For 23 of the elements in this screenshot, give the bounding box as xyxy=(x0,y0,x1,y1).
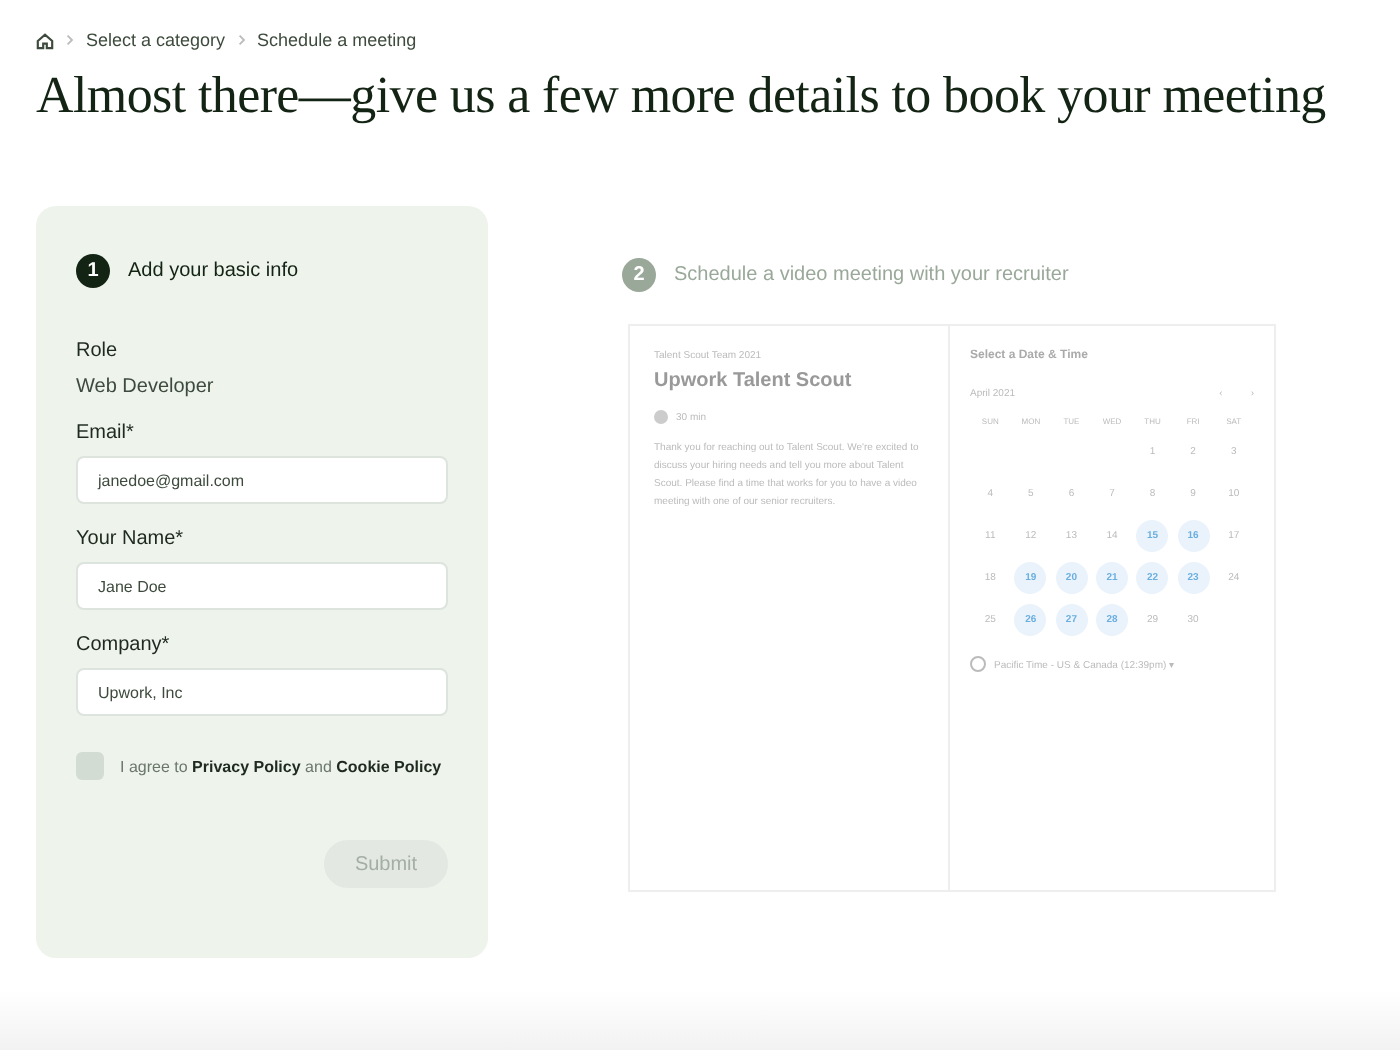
chevron-icon xyxy=(66,34,74,46)
field-label: Your Name* xyxy=(76,528,186,550)
input-field[interactable]: Upwork, Inc xyxy=(76,668,448,716)
input-field[interactable]: janedoe@gmail.com xyxy=(76,456,448,504)
breadcrumb-link[interactable]: Schedule a meeting xyxy=(257,30,417,50)
breadcrumb-link[interactable]: Select a category xyxy=(86,30,226,50)
field-label: Role xyxy=(76,340,120,362)
event-title: Upwork Talent Scout xyxy=(654,370,854,392)
home-icon[interactable] xyxy=(36,31,54,49)
role-value: Web Developer xyxy=(76,376,216,398)
chevron-icon xyxy=(237,34,246,46)
clock-icon xyxy=(654,410,668,424)
field-label: Email* xyxy=(76,422,136,444)
step-title: Schedule a video meeting with your recruiter xyxy=(674,264,1069,286)
page-heading: Almost there—give us a few more details to book your meeting xyxy=(36,66,1328,126)
checkbox[interactable] xyxy=(76,752,104,780)
step-number: 2 xyxy=(622,258,656,292)
globe-icon xyxy=(970,656,986,672)
step-number: 1 xyxy=(76,254,110,288)
step-title: Add your basic info xyxy=(128,260,299,282)
field-label: Company* xyxy=(76,634,172,656)
agreement-text: I agree to Privacy Policy and Cookie Policy xyxy=(120,757,442,775)
input-field[interactable]: Jane Doe xyxy=(76,562,448,610)
